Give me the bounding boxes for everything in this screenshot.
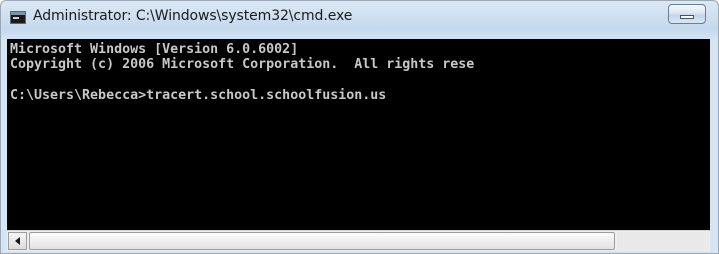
console-line-command-prompt: C:\Users\Rebecca>tracert.school.schoolfu…: [10, 88, 387, 103]
console-output[interactable]: Microsoft Windows [Version 6.0.6002] Cop…: [7, 39, 710, 230]
console-line-version: Microsoft Windows [Version 6.0.6002]: [10, 42, 299, 57]
console-line-copyright: Copyright (c) 2006 Microsoft Corporation…: [10, 57, 475, 72]
scrollbar-thumb[interactable]: [29, 232, 615, 250]
cmd-window-icon[interactable]: [10, 11, 26, 24]
scrollbar-track[interactable]: [617, 232, 709, 250]
minimize-icon: [680, 15, 694, 19]
minimize-button[interactable]: [668, 4, 706, 24]
cmd-window: Administrator: C:\Windows\system32\cmd.e…: [0, 0, 719, 254]
title-bar[interactable]: Administrator: C:\Windows\system32\cmd.e…: [1, 1, 718, 39]
horizontal-scrollbar[interactable]: [7, 230, 710, 251]
scroll-left-arrow-icon[interactable]: [8, 232, 27, 250]
window-title: Administrator: C:\Windows\system32\cmd.e…: [33, 8, 353, 24]
